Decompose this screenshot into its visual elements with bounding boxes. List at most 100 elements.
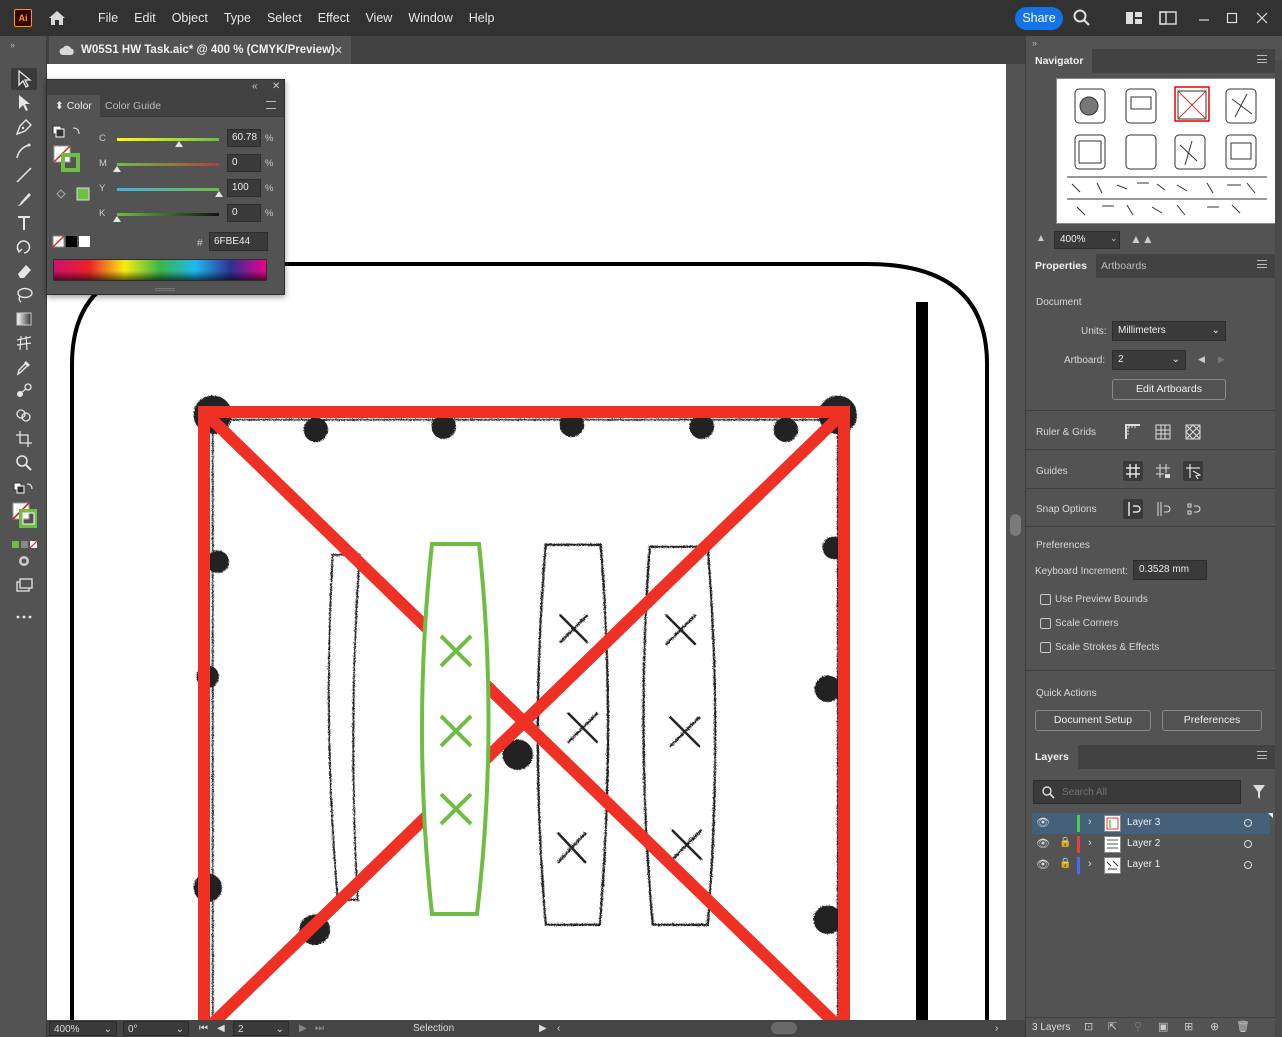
horizontal-scroll-thumb[interactable] [771,1022,797,1034]
layer-name[interactable]: Layer 3 [1127,817,1160,828]
previous-artboard-icon[interactable]: ◀ [1198,354,1205,365]
magenta-slider[interactable]: M 0 % [99,154,289,174]
make-clipping-mask-icon[interactable]: ▣ [1158,1020,1168,1033]
color-panel-titlebar[interactable]: « ✕ [47,80,284,95]
rotate-view-field[interactable]: 0° ⌄ [123,1021,189,1036]
snap-to-grid-icon[interactable] [1153,499,1173,519]
color-spectrum[interactable] [53,259,267,281]
menu-view[interactable]: View [357,0,400,36]
panel-menu-icon[interactable] [1257,751,1267,759]
tab-properties[interactable]: Properties [1026,254,1096,278]
cyan-track[interactable] [117,138,219,141]
snap-to-pixel-icon[interactable] [1183,499,1203,519]
preferences-button[interactable]: Preferences [1162,710,1262,731]
scale-strokes-effects-checkbox[interactable] [1040,642,1051,653]
layer-target-icon[interactable] [1244,819,1252,827]
workspace-icon[interactable] [1124,8,1144,28]
delete-layer-icon[interactable]: 🗑 [1236,1020,1250,1033]
lock-icon[interactable]: 🔒 [1059,858,1071,869]
cyan-slider[interactable]: C 60.78 % [99,129,289,149]
units-dropdown[interactable]: Millimeters ⌄ [1112,321,1226,341]
document-setup-button[interactable]: Document Setup [1035,710,1151,731]
mesh-tool-icon[interactable] [11,332,37,354]
toolbar-collapse-icon[interactable]: » [10,40,15,50]
last-artboard-icon[interactable]: ⏭ [315,1021,324,1036]
tab-color-guide[interactable]: Color Guide [97,95,169,117]
default-fill-stroke-icon[interactable] [11,478,37,500]
layer-row[interactable]: 👁 🔒 › Layer 2 [1032,834,1270,855]
zoom-tool-icon[interactable] [11,452,37,474]
new-layer-icon[interactable]: ⊕ [1210,1020,1219,1033]
expand-chevron-icon[interactable]: › [1088,816,1092,828]
gradient-tool-icon[interactable] [11,308,37,330]
tab-artboards[interactable]: Artboards [1092,254,1156,278]
chevron-down-icon[interactable]: ⌄ [1110,233,1118,244]
locate-object-icon[interactable]: ⚲ [1134,1020,1142,1033]
none-black-white-swatches[interactable] [52,235,92,249]
pen-tool-icon[interactable] [11,116,37,138]
curvature-tool-icon[interactable] [11,140,37,162]
new-sublayer-icon[interactable]: ⊞ [1184,1020,1193,1033]
close-tab-icon[interactable]: ✕ [334,44,343,57]
menu-window[interactable]: Window [400,0,460,36]
layer-row[interactable]: 👁 🔒 › Layer 1 [1032,855,1270,876]
expand-chevron-icon[interactable]: › [1088,837,1092,849]
eraser-tool-icon[interactable] [11,260,37,282]
menu-edit[interactable]: Edit [126,0,164,36]
transparency-grid-icon[interactable] [1183,422,1203,442]
first-artboard-icon[interactable]: ⏮ [199,1021,208,1036]
share-button[interactable]: Share [1015,7,1063,30]
menu-file[interactable]: File [90,0,126,36]
lasso-tool-icon[interactable] [11,284,37,306]
menu-effect[interactable]: Effect [310,0,358,36]
export-icon[interactable]: ⇱ [1108,1020,1117,1033]
yellow-knob[interactable] [215,191,223,197]
expand-chevron-icon[interactable]: › [1088,858,1092,870]
out-of-gamut-icons[interactable] [55,187,91,201]
use-preview-bounds-checkbox[interactable] [1040,594,1051,605]
home-icon[interactable] [46,7,68,29]
fill-stroke-swatch[interactable] [11,500,37,530]
zoom-level-field[interactable]: 400% ⌄ [49,1021,117,1036]
black-slider[interactable]: K 0 % [99,204,289,224]
grid-icon[interactable] [1153,422,1173,442]
scroll-thumb[interactable] [1010,514,1021,536]
resize-grip[interactable] [155,288,175,291]
collapse-panel-icon[interactable]: « [252,81,258,92]
panel-menu-icon[interactable] [1257,260,1267,268]
fill-stroke-mini[interactable] [52,124,88,174]
cyan-value[interactable]: 60.78 [227,129,261,147]
document-tab[interactable]: W05S1 HW Task.aic* @ 400 % (CMYK/Preview… [49,36,351,64]
search-icon[interactable] [1072,8,1092,28]
edit-toolbar-icon[interactable] [11,606,37,628]
layer-name[interactable]: Layer 1 [1127,859,1160,870]
layer-target-icon[interactable] [1244,840,1252,848]
screen-mode-icon[interactable] [11,574,37,596]
close-window-icon[interactable] [1252,8,1272,28]
visibility-eye-icon[interactable]: 👁 [1036,816,1050,829]
scroll-left-icon[interactable]: ‹ [557,1021,560,1036]
zoom-out-icon[interactable]: ▲ [1036,233,1046,244]
layers-search-input[interactable] [1062,784,1232,800]
next-artboard-icon[interactable]: ▶ [1218,354,1225,365]
shape-builder-tool-icon[interactable] [11,404,37,426]
tab-color[interactable]: ⬍ Color [47,95,100,117]
direct-selection-tool-icon[interactable] [11,92,37,114]
line-tool-icon[interactable] [11,164,37,186]
scroll-right-icon[interactable]: › [995,1021,998,1036]
panel-scrollbar[interactable] [1275,60,1282,1037]
keyboard-increment-input[interactable]: 0.3528 mm [1133,560,1207,580]
menu-object[interactable]: Object [164,0,216,36]
ruler-icon[interactable] [1123,422,1143,442]
show-guides-icon[interactable] [1123,461,1143,481]
yellow-value[interactable]: 100 [227,179,261,197]
vertical-scrollbar[interactable] [1006,64,1025,1020]
menu-select[interactable]: Select [259,0,310,36]
draw-mode-icon[interactable] [11,550,37,572]
lock-guides-icon[interactable] [1153,461,1173,481]
blend-tool-icon[interactable] [11,380,37,402]
navigator-preview[interactable] [1056,78,1276,224]
menu-help[interactable]: Help [461,0,503,36]
hex-input[interactable]: 6FBE44 [209,232,268,251]
magenta-track[interactable] [117,163,219,166]
